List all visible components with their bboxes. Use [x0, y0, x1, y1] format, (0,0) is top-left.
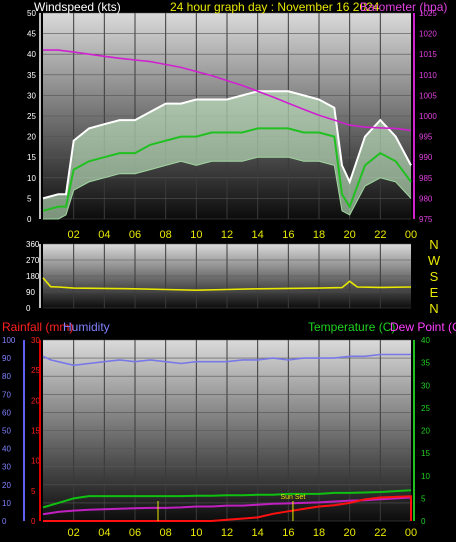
wind-axis-label: Windspeed (kts)	[34, 0, 121, 14]
temperature-y-tick-label: 35	[421, 359, 430, 368]
temperature-y-tick-label: 10	[421, 472, 430, 481]
temperature-y-tick-label: 0	[421, 517, 426, 526]
climate-x-tick-label: 04	[98, 527, 110, 539]
direction-y-tick-label: 180	[26, 272, 40, 281]
baro-y-tick-label: 1010	[419, 71, 437, 80]
climate-x-tick-label: 02	[68, 527, 80, 539]
compass-letter: N	[429, 237, 438, 252]
rain-y-tick-label: 5	[31, 487, 36, 496]
temperature-y-tick-label: 25	[421, 404, 430, 413]
baro-y-tick-label: 990	[419, 153, 433, 162]
baro-y-tick-label: 1020	[419, 30, 437, 39]
temperature-y-tick-label: 20	[421, 427, 430, 436]
humidity-y-tick-label: 80	[2, 372, 11, 381]
baro-y-tick-label: 1000	[419, 112, 437, 121]
compass-letter: W	[428, 253, 441, 268]
humidity-y-tick-label: 0	[2, 517, 7, 526]
humidity-y-tick-label: 30	[2, 463, 11, 472]
baro-y-tick-label: 975	[419, 215, 433, 224]
temperature-y-tick-label: 15	[421, 449, 430, 458]
wind-y-tick-label: 15	[27, 153, 36, 162]
humidity-axis-label: Humidity	[63, 320, 110, 334]
wind-y-tick-label: 40	[27, 50, 36, 59]
rain-y-tick-label: 0	[31, 517, 36, 526]
baro-y-tick-label: 980	[419, 194, 433, 203]
direction-y-tick-label: 0	[26, 304, 31, 313]
wind-y-tick-label: 5	[27, 194, 32, 203]
climate-x-tick-label: 10	[190, 527, 202, 539]
humidity-y-tick-label: 100	[2, 336, 16, 345]
climate-x-tick-label: 00	[405, 527, 417, 539]
baro-y-tick-label: 1005	[419, 91, 437, 100]
weather-graph: Sun Set 05101520253035404550975980985990…	[2, 0, 456, 539]
compass-letter: N	[429, 301, 438, 316]
humidity-y-tick-label: 90	[2, 354, 11, 363]
climate-x-tick-label: 20	[344, 527, 356, 539]
wind-x-tick-label: 06	[129, 229, 141, 241]
sun-marker-label: Sun Set	[280, 494, 305, 501]
humidity-y-tick-label: 50	[2, 427, 11, 436]
dew-point-axis-label: Dew Point (C)	[390, 320, 456, 334]
wind-y-tick-label: 10	[27, 174, 36, 183]
temperature-y-tick-label: 30	[421, 381, 430, 390]
chart-title: 24 hour graph day : November 16 2024	[170, 0, 380, 14]
wind-x-tick-label: 10	[190, 229, 202, 241]
wind-x-tick-label: 08	[160, 229, 172, 241]
humidity-y-tick-label: 10	[2, 499, 11, 508]
wind-y-tick-label: 35	[27, 71, 36, 80]
wind-y-tick-label: 45	[27, 30, 36, 39]
temperature-y-tick-label: 40	[421, 336, 430, 345]
wind-y-tick-label: 20	[27, 133, 36, 142]
climate-x-tick-label: 16	[282, 527, 294, 539]
wind-x-tick-label: 02	[68, 229, 80, 241]
humidity-y-tick-label: 60	[2, 408, 11, 417]
compass-letter: E	[430, 285, 439, 300]
baro-y-tick-label: 995	[419, 133, 433, 142]
climate-x-tick-label: 12	[221, 527, 233, 539]
wind-y-tick-label: 25	[27, 112, 36, 121]
wind-x-tick-label: 18	[313, 229, 325, 241]
baro-axis-label: Barometer (hpa)	[360, 0, 447, 14]
wind-y-tick-label: 0	[27, 215, 32, 224]
compass-letter: S	[430, 269, 439, 284]
wind-x-tick-label: 16	[282, 229, 294, 241]
wind-x-tick-label: 22	[374, 229, 386, 241]
baro-y-tick-label: 1015	[419, 50, 437, 59]
climate-x-tick-label: 22	[374, 527, 386, 539]
direction-y-tick-label: 270	[26, 256, 40, 265]
humidity-y-tick-label: 20	[2, 481, 11, 490]
direction-y-tick-label: 90	[26, 288, 35, 297]
wind-y-tick-label: 30	[27, 91, 36, 100]
climate-x-tick-label: 08	[160, 527, 172, 539]
wind-x-tick-label: 20	[344, 229, 356, 241]
climate-x-tick-label: 14	[252, 527, 264, 539]
humidity-y-tick-label: 70	[2, 390, 11, 399]
climate-x-tick-label: 06	[129, 527, 141, 539]
wind-x-tick-label: 12	[221, 229, 233, 241]
baro-y-tick-label: 985	[419, 174, 433, 183]
temperature-y-tick-label: 5	[421, 494, 426, 503]
climate-x-tick-label: 18	[313, 527, 325, 539]
temperature-axis-label: Temperature (C)	[308, 320, 395, 334]
wind-x-tick-label: 00	[405, 229, 417, 241]
wind-x-tick-label: 14	[252, 229, 264, 241]
wind-x-tick-label: 04	[98, 229, 110, 241]
humidity-y-tick-label: 40	[2, 445, 11, 454]
direction-y-tick-label: 360	[26, 240, 40, 249]
